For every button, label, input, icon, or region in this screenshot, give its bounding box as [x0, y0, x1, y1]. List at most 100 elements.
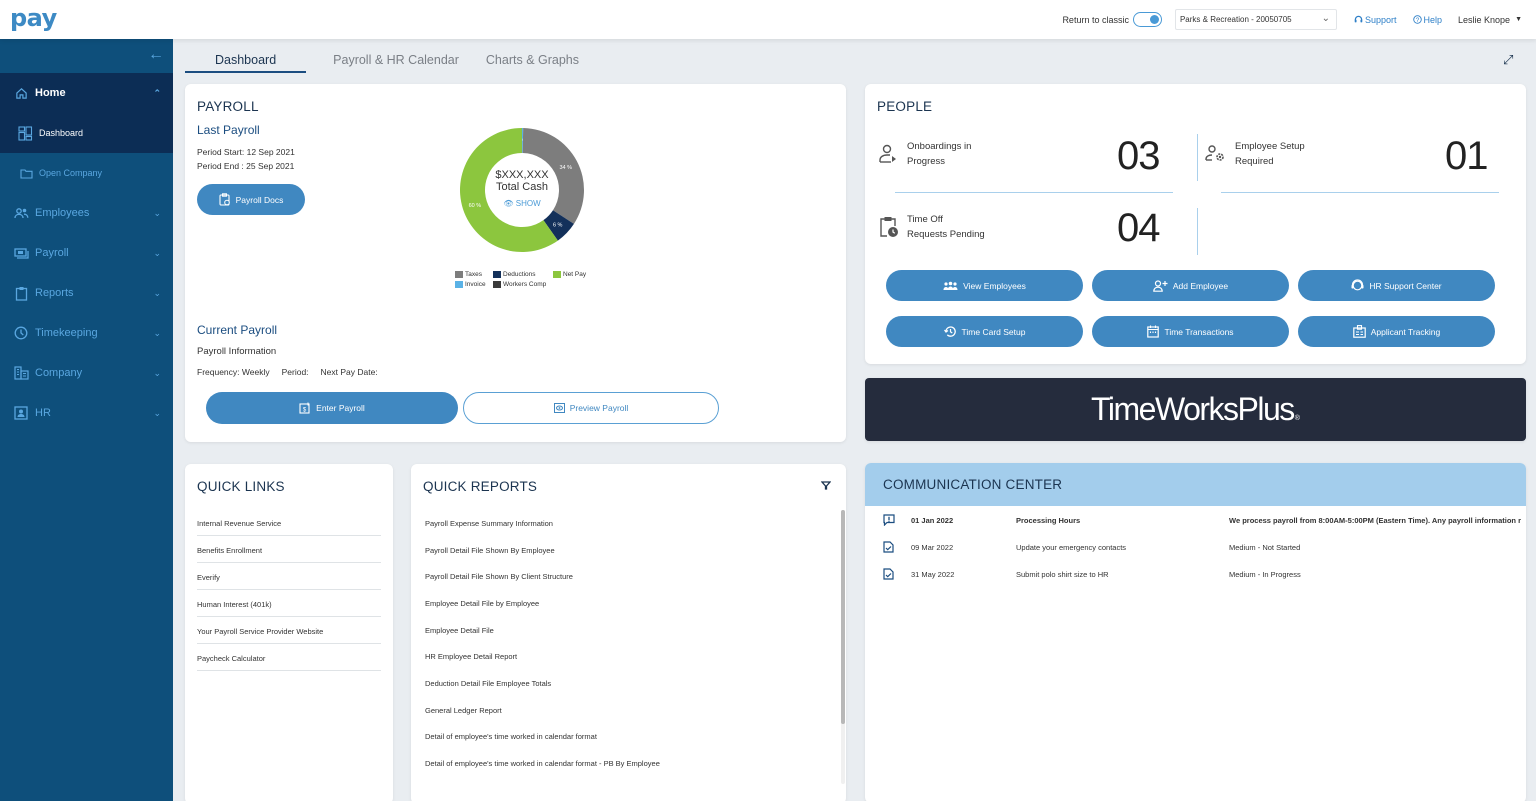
sidebar-open-company-label: Open Company	[39, 168, 103, 178]
quick-report-item[interactable]: Employee Detail File by Employee	[425, 590, 660, 617]
clipboard-clock-icon	[880, 217, 898, 237]
help-link[interactable]: ? Help	[1412, 15, 1442, 25]
legend-swatch	[493, 281, 501, 288]
stat-employee-setup[interactable]: Employee Setup Required	[1204, 139, 1305, 169]
stat-label-line2: Requests Pending	[907, 229, 985, 240]
view-employees-label: View Employees	[963, 280, 1026, 291]
time-transactions-button[interactable]: Time Transactions	[1092, 316, 1289, 347]
show-total-button[interactable]: 👁 SHOW	[503, 199, 540, 208]
company-select[interactable]: Parks & Recreation - 20050705 ⌄	[1174, 9, 1337, 30]
enter-payroll-icon: $	[299, 402, 310, 414]
return-classic-label: Return to classic	[1062, 14, 1129, 25]
timeworks-plus-banner[interactable]: TimeWorksPlus ®	[865, 378, 1526, 441]
stat-label-line2: Required	[1235, 156, 1274, 167]
add-employee-button[interactable]: Add Employee	[1092, 270, 1289, 301]
quick-reports-scrollbar[interactable]	[841, 510, 845, 784]
chevron-down-icon: ⌄	[153, 207, 161, 218]
communication-row[interactable]: 01 Jan 2022 Processing Hours We process …	[865, 511, 1526, 529]
tab-charts-graphs[interactable]: Charts & Graphs	[486, 49, 579, 73]
quick-report-item[interactable]: Detail of employee's time worked in cale…	[425, 750, 660, 777]
sidebar-item-hr[interactable]: HR ⌄	[0, 393, 173, 433]
quick-link-item[interactable]: Everify	[197, 563, 381, 590]
sidebar-item-reports[interactable]: Reports ⌄	[0, 273, 173, 313]
sidebar-item-home[interactable]: Home ⌃	[0, 73, 173, 113]
stat-onboardings-value: 03	[1117, 134, 1160, 178]
collapse-sidebar-arrow-icon[interactable]: ←	[148, 46, 164, 64]
legend-label: Invoice	[465, 281, 486, 288]
user-menu[interactable]: Leslie Knope ▼	[1458, 15, 1522, 25]
stat-time-off[interactable]: Time Off Requests Pending	[878, 212, 985, 242]
sidebar-item-company[interactable]: Company ⌄	[0, 353, 173, 393]
expand-icon[interactable]: ⤢	[1503, 52, 1513, 68]
building-icon	[13, 365, 29, 381]
scrollbar-thumb[interactable]	[841, 510, 845, 724]
legend-swatch	[455, 281, 463, 288]
legend-net-pay[interactable]: Net Pay	[553, 271, 593, 278]
payroll-docs-button[interactable]: Payroll Docs	[197, 184, 305, 215]
quick-report-item[interactable]: Employee Detail File	[425, 617, 660, 644]
tab-payroll-hr-calendar[interactable]: Payroll & HR Calendar	[333, 49, 459, 73]
quick-report-item[interactable]: Deduction Detail File Employee Totals	[425, 670, 660, 697]
quick-link-item[interactable]: Human Interest (401k)	[197, 590, 381, 617]
stat-divider	[1197, 134, 1198, 181]
communication-row[interactable]: 09 Mar 2022 Update your emergency contac…	[865, 538, 1526, 556]
quick-report-item[interactable]: Payroll Expense Summary Information	[425, 510, 660, 537]
clock-icon	[13, 325, 29, 341]
chevron-down-icon: ⌄	[153, 327, 161, 338]
quick-report-item[interactable]: Payroll Detail File Shown By Employee	[425, 537, 660, 564]
next-pay-date-text: Next Pay Date:	[320, 367, 378, 377]
quick-link-item[interactable]: Your Payroll Service Provider Website	[197, 617, 381, 644]
legend-label: Net Pay	[563, 271, 587, 278]
headset-icon	[1351, 279, 1364, 291]
stat-divider	[1197, 208, 1198, 255]
applicant-tracking-button[interactable]: Applicant Tracking	[1298, 316, 1495, 347]
quick-report-item[interactable]: Payroll Detail File Shown By Client Stru…	[425, 563, 660, 590]
enter-payroll-button[interactable]: $ Enter Payroll	[206, 392, 458, 424]
payroll-card: PAYROLL Last Payroll Period Start: 12 Se…	[185, 84, 846, 442]
donut-center: $XXX,XXX Total Cash 👁 SHOW	[457, 125, 587, 255]
legend-taxes[interactable]: Taxes	[455, 271, 493, 278]
time-card-setup-button[interactable]: Time Card Setup	[886, 316, 1083, 347]
view-employees-button[interactable]: View Employees	[886, 270, 1083, 301]
tab-dashboard[interactable]: Dashboard	[185, 49, 307, 73]
pay-logo[interactable]: pay	[10, 4, 57, 32]
chevron-down-icon: ⌄	[1321, 13, 1330, 24]
group-icon	[943, 281, 958, 290]
support-link[interactable]: Support	[1354, 15, 1397, 25]
communication-row[interactable]: 31 May 2022 Submit polo shirt size to HR…	[865, 565, 1526, 583]
sidebar-item-dashboard[interactable]: Dashboard	[0, 113, 173, 153]
hr-support-center-button[interactable]: HR Support Center	[1298, 270, 1495, 301]
quick-link-item[interactable]: Paycheck Calculator	[197, 644, 381, 671]
quick-report-item[interactable]: General Ledger Report	[425, 697, 660, 724]
communication-center-header: COMMUNICATION CENTER	[865, 463, 1526, 506]
support-label: Support	[1364, 14, 1397, 25]
quick-report-item[interactable]: Detail of employee's time worked in cale…	[425, 724, 660, 751]
stat-onboardings[interactable]: Onboardings in Progress	[878, 139, 971, 169]
time-transactions-label: Time Transactions	[1164, 326, 1234, 337]
legend-swatch	[553, 271, 561, 278]
return-classic-toggle[interactable]	[1132, 12, 1162, 27]
legend-workers-comp[interactable]: Workers Comp	[493, 281, 553, 288]
onboarding-user-icon	[879, 144, 896, 163]
quick-link-item[interactable]: Internal Revenue Service	[197, 509, 381, 536]
stat-label-line2: Progress	[907, 156, 946, 167]
top-bar: pay Return to classic Parks & Recreation…	[0, 0, 1536, 39]
legend-invoice[interactable]: Invoice	[455, 281, 493, 288]
sidebar-item-employees[interactable]: Employees ⌄	[0, 193, 173, 233]
sidebar-item-open-company[interactable]: Open Company	[0, 153, 173, 193]
period-start: Period Start: 12 Sep 2021	[197, 147, 295, 157]
preview-payroll-button[interactable]: Preview Payroll	[463, 392, 719, 424]
applicant-tracking-label: Applicant Tracking	[1370, 326, 1441, 337]
sidebar-item-timekeeping[interactable]: Timekeeping ⌄	[0, 313, 173, 353]
quick-report-item[interactable]: HR Employee Detail Report	[425, 643, 660, 670]
communication-subject: Processing Hours	[1016, 515, 1081, 525]
calendar-icon	[1147, 325, 1160, 338]
legend-deductions[interactable]: Deductions	[493, 271, 553, 278]
sidebar-item-payroll[interactable]: Payroll ⌄	[0, 233, 173, 273]
caret-down-icon: ▼	[1515, 16, 1522, 23]
filter-icon[interactable]	[820, 481, 832, 493]
sidebar-company-label: Company	[35, 367, 83, 379]
sidebar-payroll-label: Payroll	[35, 247, 69, 259]
quick-link-item[interactable]: Benefits Enrollment	[197, 536, 381, 563]
legend-label: Workers Comp	[503, 281, 547, 288]
